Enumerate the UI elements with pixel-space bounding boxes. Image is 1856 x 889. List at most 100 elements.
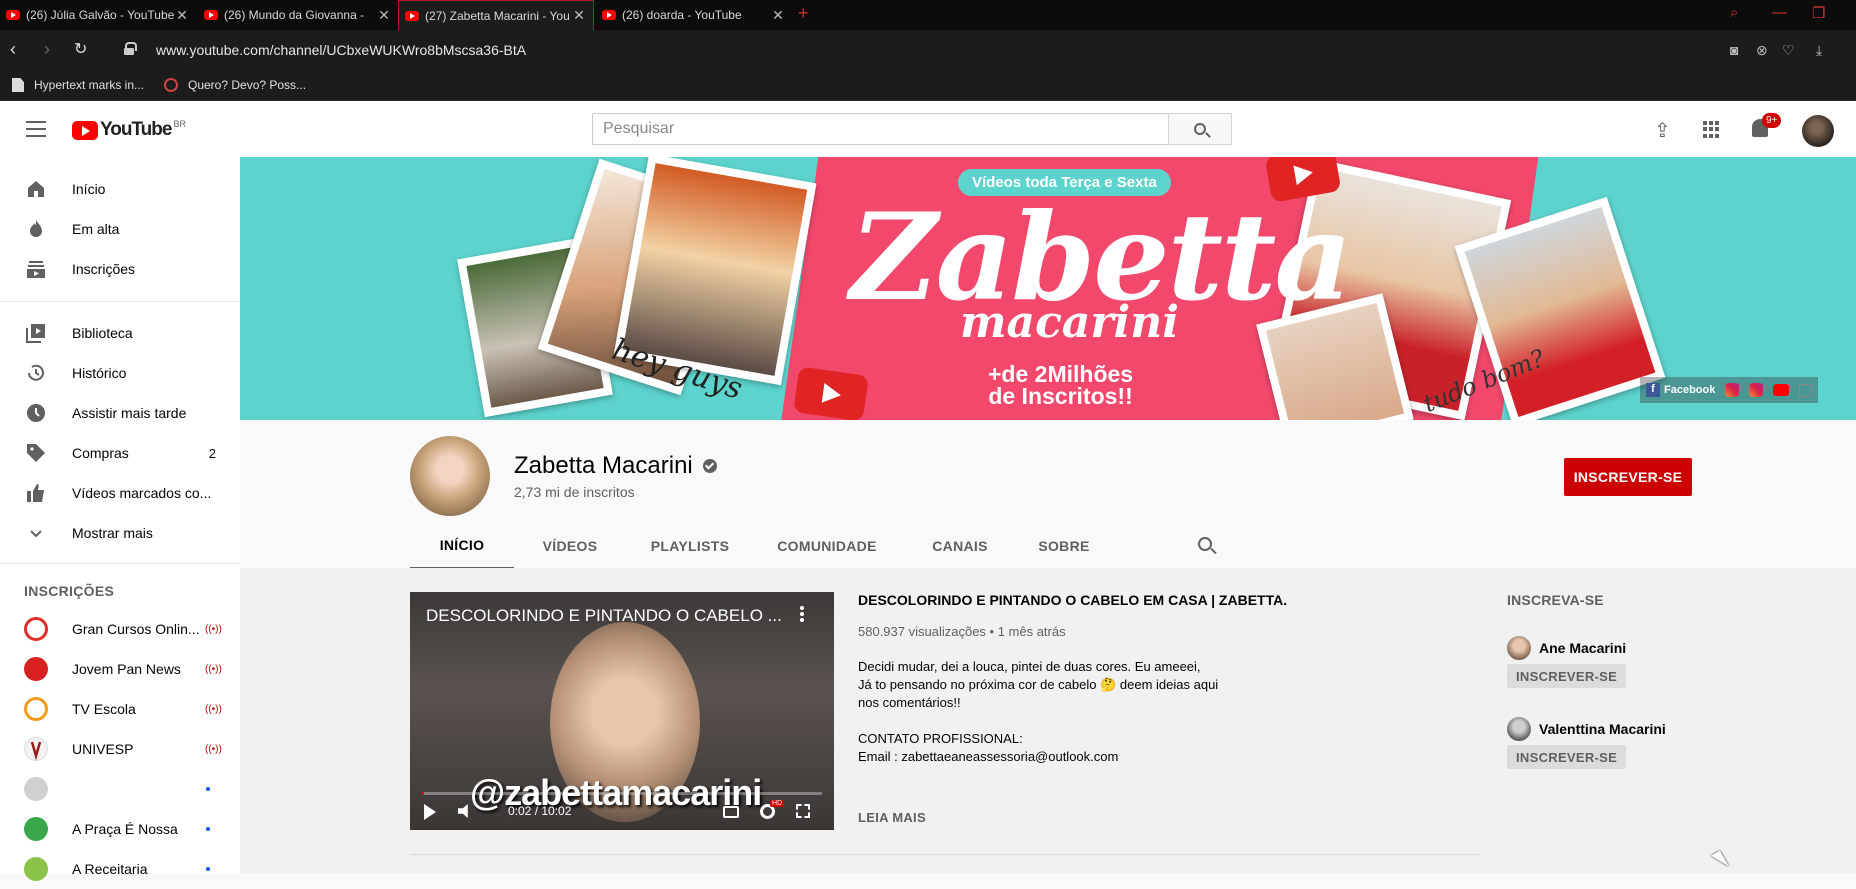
tab-about[interactable]: SOBRE — [1014, 522, 1114, 570]
sidebar-item-watch-later[interactable]: Assistir mais tarde — [0, 393, 240, 433]
restore-icon[interactable]: ❐ — [1812, 4, 1825, 22]
channel-avatar — [24, 857, 48, 881]
sidebar-item-show-more[interactable]: Mostrar mais — [0, 513, 240, 553]
subscription-item[interactable] — [0, 769, 240, 809]
forward-icon[interactable]: › — [44, 39, 50, 60]
sidebar-item-home[interactable]: Início — [0, 169, 240, 209]
related-subscribe-button[interactable]: INSCREVER-SE — [1507, 664, 1627, 688]
channel-avatar — [410, 436, 490, 516]
sidebar-item-subscriptions[interactable]: Inscrições — [0, 249, 240, 289]
new-content-dot — [206, 867, 210, 871]
subscriptions-heading: INSCRIÇÕES — [24, 583, 115, 599]
instagram-icon[interactable] — [1725, 383, 1740, 397]
browser-tab-active[interactable]: (27) Zabetta Macarini - You ✕ — [398, 0, 594, 30]
url-field[interactable]: www.youtube.com/channel/UCbxeWUKWro8bMsc… — [156, 42, 526, 58]
channel-avatar — [24, 617, 48, 641]
more-options-icon[interactable] — [800, 606, 804, 622]
close-icon[interactable]: ✕ — [376, 7, 392, 24]
tab-title: (26) Mundo da Giovanna - — [224, 8, 365, 22]
subscription-name: Gran Cursos Onlin... — [72, 621, 200, 637]
back-icon[interactable]: ‹ — [10, 39, 16, 60]
related-channel[interactable]: Ane Macarini — [1507, 636, 1626, 660]
new-tab-plus-icon[interactable]: + — [798, 3, 809, 24]
sidebar-item-purchases[interactable]: Compras 2 — [0, 433, 240, 473]
heart-icon[interactable]: ♡ — [1782, 42, 1795, 59]
close-icon[interactable]: ✕ — [770, 7, 786, 24]
youtube-play-badge-icon — [793, 366, 869, 420]
video-time: 0:02 / 10:02 — [508, 804, 572, 818]
close-icon[interactable]: ✕ — [174, 7, 190, 24]
sidebar-item-trending[interactable]: Em alta — [0, 209, 240, 249]
youtube-logo[interactable]: YouTube BR — [72, 119, 186, 141]
block-icon[interactable]: ⊗ — [1756, 42, 1768, 59]
browser-tab[interactable]: (26) doarda - YouTube ✕ — [596, 0, 792, 30]
related-subscribe-button[interactable]: INSCREVER-SE — [1507, 745, 1627, 769]
youtube-favicon-icon — [6, 10, 20, 20]
apps-icon[interactable] — [1703, 121, 1720, 138]
sidebar-item-history[interactable]: Histórico — [0, 353, 240, 393]
sidebar-item-label: Mostrar mais — [72, 525, 153, 541]
subscription-item[interactable]: UNIVESP ((•)) — [0, 729, 240, 769]
page-icon — [12, 78, 24, 92]
search-input[interactable] — [593, 114, 1168, 144]
subscription-item[interactable]: TV Escola ((•)) — [0, 689, 240, 729]
banner-subs-line2: de Inscritos!! — [988, 383, 1133, 409]
player-title[interactable]: DESCOLORINDO E PINTANDO O CABELO ... — [426, 606, 786, 626]
tab-channels[interactable]: CANAIS — [910, 522, 1010, 570]
search-button[interactable] — [1168, 113, 1232, 145]
download-icon[interactable]: ⤓ — [1816, 42, 1822, 59]
new-content-dot — [206, 827, 210, 831]
menu-icon[interactable] — [26, 121, 46, 137]
tab-home[interactable]: INÍCIO — [410, 522, 514, 570]
notification-badge: 9+ — [1762, 113, 1782, 128]
sidebar-item-label: Início — [72, 181, 106, 197]
channel-avatar — [24, 777, 48, 801]
channel-name: Zabetta Macarini — [514, 452, 693, 479]
subscription-item[interactable]: Jovem Pan News ((•)) — [0, 649, 240, 689]
read-more-button[interactable]: LEIA MAIS — [858, 810, 926, 825]
subscribe-button[interactable]: INSCREVER-SE — [1564, 458, 1692, 496]
minimize-icon[interactable]: — — [1772, 4, 1787, 21]
subscription-item[interactable]: Gran Cursos Onlin... ((•)) — [0, 609, 240, 649]
sidebar-item-library[interactable]: Biblioteca — [0, 313, 240, 353]
camera-icon[interactable]: ◙ — [1730, 42, 1738, 58]
instagram-icon[interactable] — [1749, 383, 1764, 397]
sidebar-item-liked-videos[interactable]: Vídeos marcados co... — [0, 473, 240, 513]
tab-playlists[interactable]: PLAYLISTS — [640, 522, 740, 570]
facebook-label: Facebook — [1664, 384, 1716, 396]
link-icon[interactable] — [1799, 383, 1813, 397]
sidebar-item-label: Assistir mais tarde — [72, 405, 187, 421]
browser-tab[interactable]: (26) Júlia Galvão - YouTube ✕ — [0, 0, 196, 30]
browser-tab[interactable]: (26) Mundo da Giovanna - ✕ — [198, 0, 398, 30]
youtube-link-icon[interactable] — [1773, 384, 1790, 396]
sidebar-item-label: Biblioteca — [72, 325, 133, 341]
sidebar-item-label: Histórico — [72, 365, 127, 381]
search-box — [592, 113, 1168, 145]
reload-icon[interactable]: ↻ — [74, 39, 87, 59]
tag-icon — [24, 441, 48, 465]
related-channel-name: Valenttina Macarini — [1539, 721, 1666, 737]
tab-videos[interactable]: VÍDEOS — [520, 522, 620, 570]
account-avatar[interactable] — [1802, 115, 1834, 147]
close-icon[interactable]: ✕ — [571, 7, 587, 24]
fullscreen-icon[interactable] — [796, 804, 810, 818]
chevron-down-icon — [24, 521, 48, 545]
subscription-item[interactable]: A Receitaria — [0, 849, 240, 889]
sidebar-item-label: Compras — [72, 445, 129, 461]
play-icon[interactable] — [424, 804, 436, 820]
captions-icon[interactable] — [723, 806, 739, 818]
featured-video-player[interactable]: DESCOLORINDO E PINTANDO O CABELO ... @za… — [410, 592, 834, 830]
bookmark-item[interactable]: Quero? Devo? Poss... — [164, 78, 306, 92]
bookmark-item[interactable]: Hypertext marks in... — [12, 78, 144, 92]
featured-video-title[interactable]: DESCOLORINDO E PINTANDO O CABELO EM CASA… — [858, 592, 1288, 608]
progress-bar[interactable] — [422, 792, 822, 795]
subscription-item[interactable]: A Praça É Nossa — [0, 809, 240, 849]
related-channel-avatar — [1507, 636, 1531, 660]
search-tabs-icon[interactable]: ⌕ — [1730, 4, 1738, 21]
related-channel[interactable]: Valenttina Macarini — [1507, 717, 1666, 741]
tab-community[interactable]: COMUNIDADE — [762, 522, 892, 570]
subscriptions-icon — [24, 257, 48, 281]
facebook-link[interactable]: f Facebook — [1646, 383, 1715, 397]
upload-icon[interactable]: ⇪ — [1654, 118, 1671, 143]
channel-search-icon[interactable] — [1198, 537, 1212, 551]
